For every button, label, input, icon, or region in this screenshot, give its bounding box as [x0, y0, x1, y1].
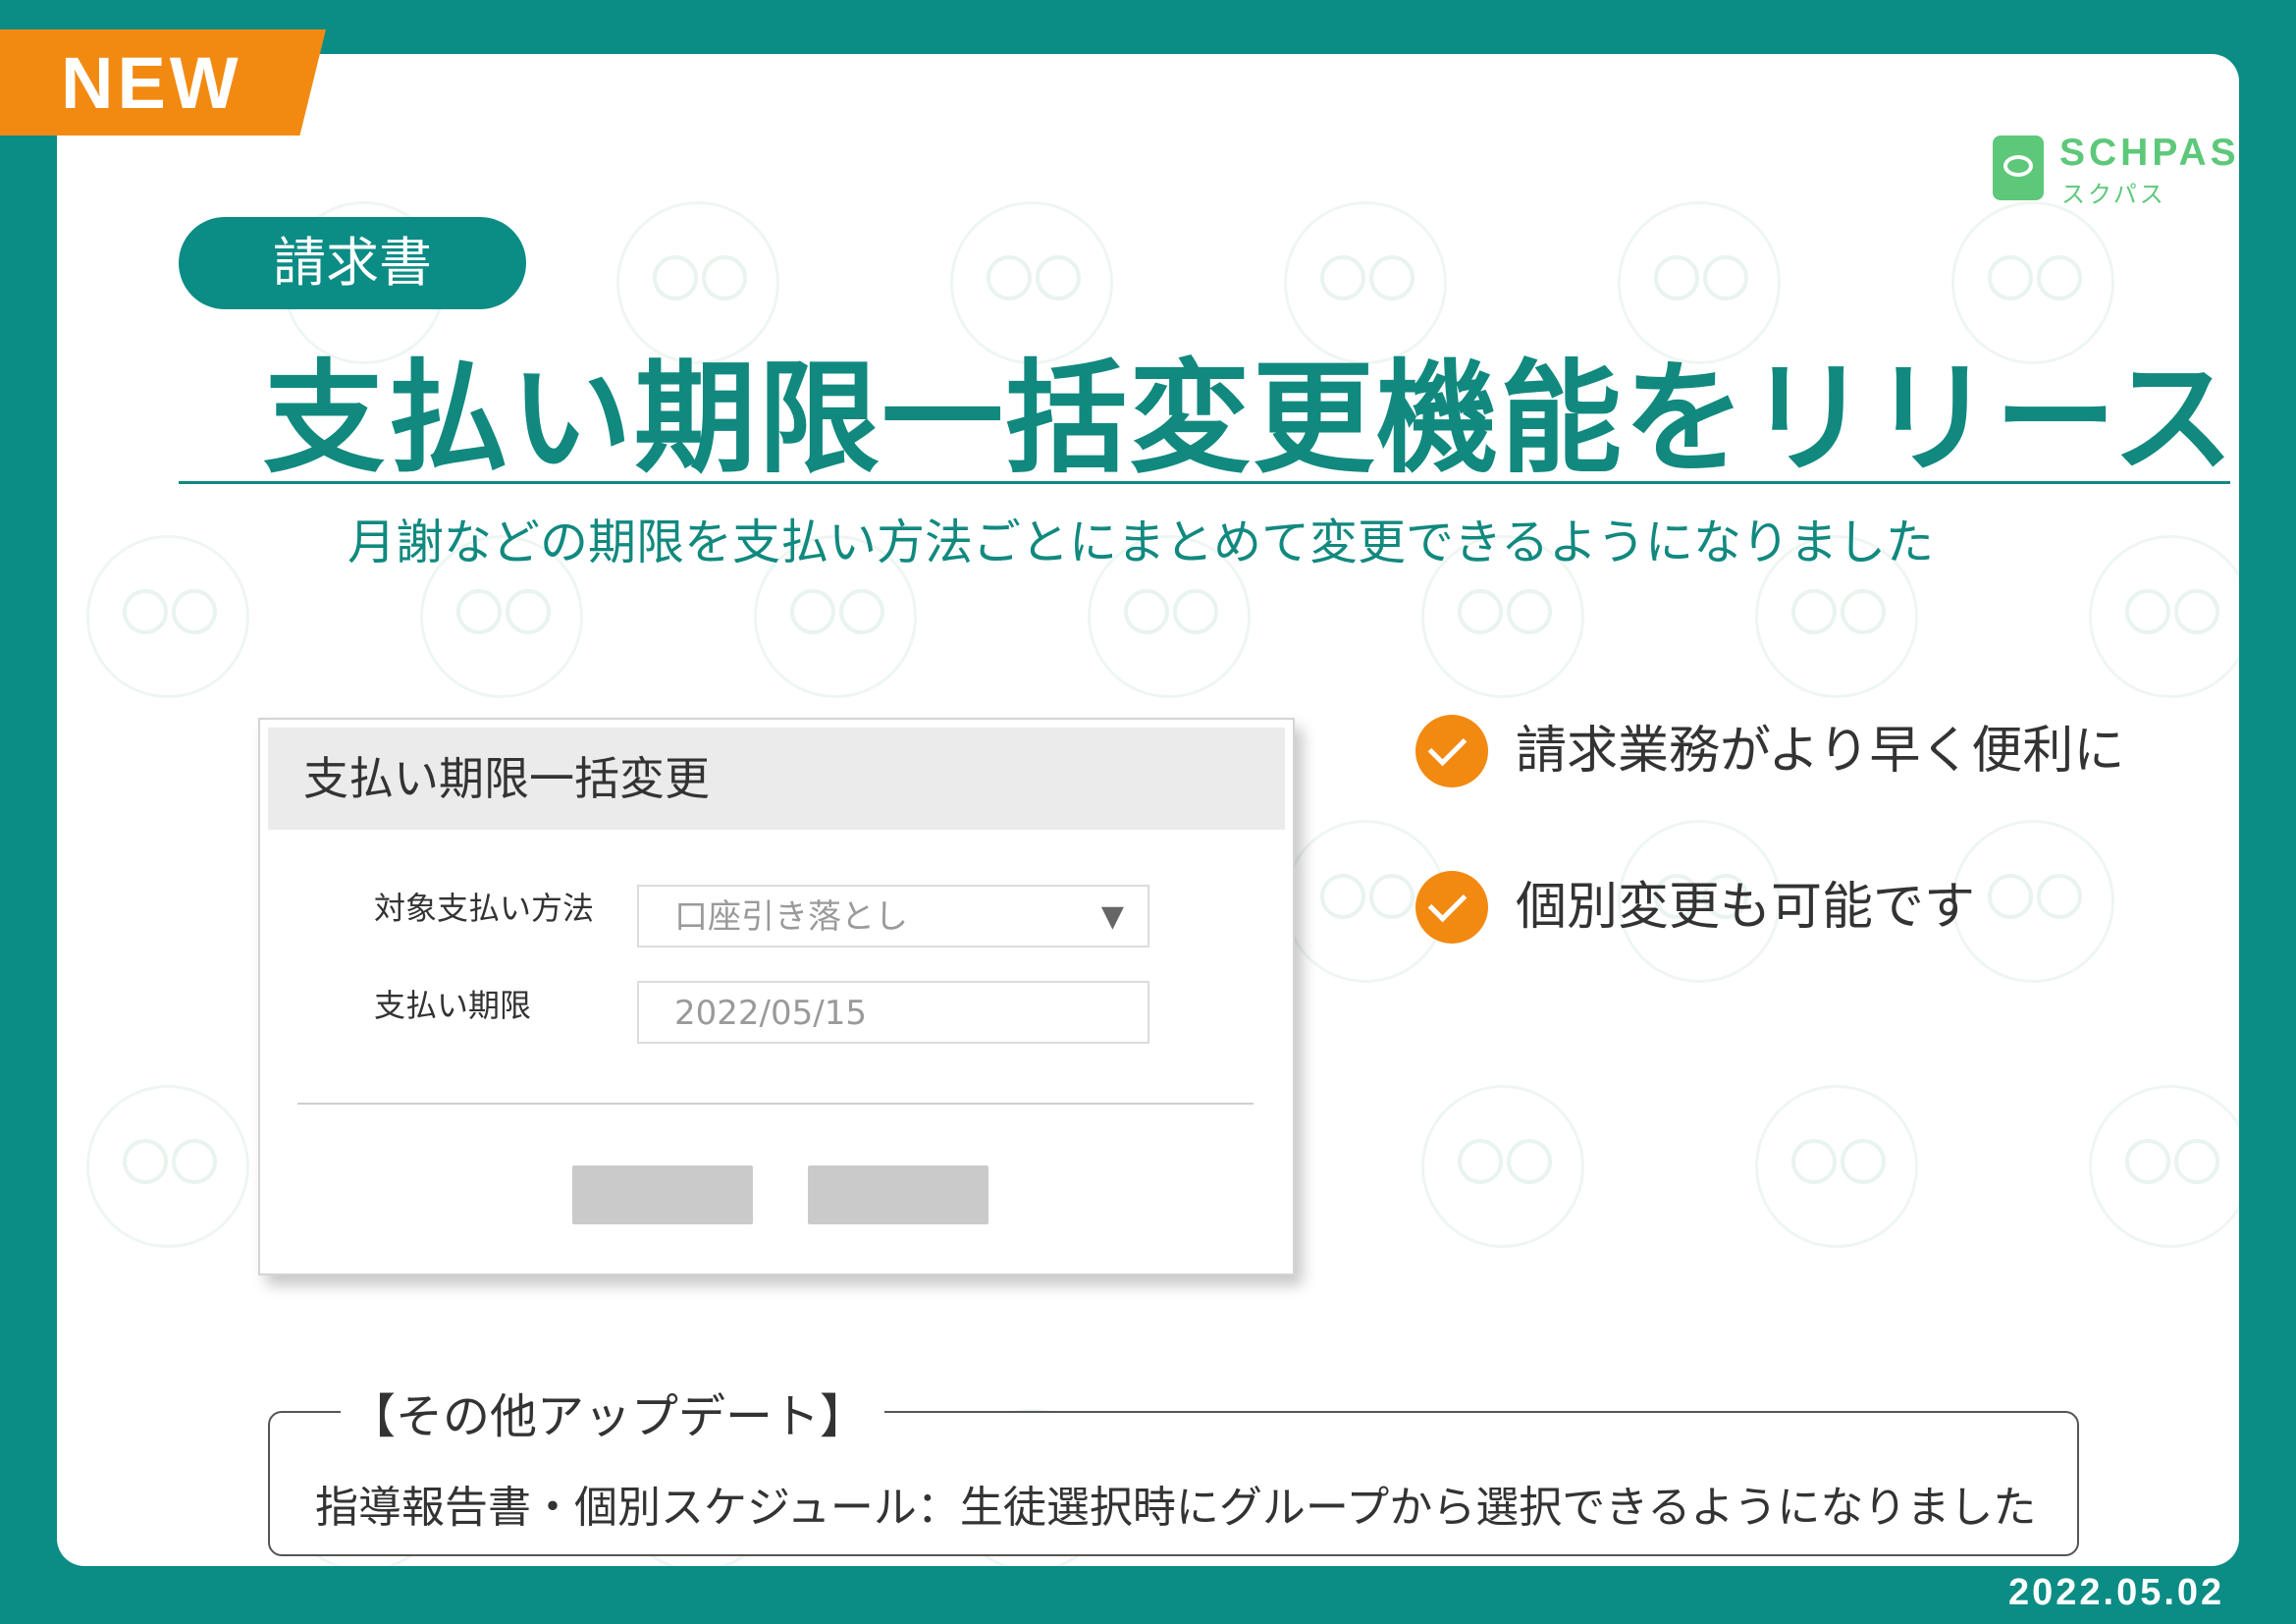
release-date: 2022.05.02	[2008, 1572, 2225, 1613]
other-updates-heading: 【その他アップデート】	[341, 1378, 885, 1446]
logo-name-ja: スクパス	[2061, 181, 2166, 208]
page-title: 支払い期限一括変更機能をリリース	[263, 349, 2236, 490]
dialog-header: 支払い期限一括変更	[268, 728, 1285, 830]
owl-logo-icon	[1993, 135, 2044, 200]
new-badge: NEW	[0, 29, 326, 135]
page-subtitle: 月謝などの期限を支払い方法ごとにまとめて変更できるようになりました	[347, 514, 1935, 570]
owl-watermark-icon	[1951, 820, 2114, 983]
other-updates-box: 【その他アップデート】 指導報告書・個別スケジュール：生徒選択時にグループから選…	[268, 1378, 2079, 1556]
benefit-text: 請求業務がより早く便利に	[1516, 722, 2125, 781]
confirm-button[interactable]	[808, 1165, 988, 1224]
owl-watermark-icon	[2089, 1085, 2239, 1248]
check-icon	[1415, 871, 1488, 944]
owl-watermark-icon	[1421, 1085, 1584, 1248]
check-icon	[1415, 715, 1488, 787]
cancel-button[interactable]	[572, 1165, 753, 1224]
dialog-title: 支払い期限一括変更	[303, 752, 710, 805]
category-tag: 請求書	[179, 217, 526, 309]
new-badge-label: NEW	[61, 42, 242, 124]
announcement-card: SCHPASS スクパス 請求書 支払い期限一括変更機能をリリース 月謝などの期…	[57, 54, 2239, 1566]
payment-deadline-label: 支払い期限	[374, 987, 532, 1024]
owl-watermark-icon	[86, 535, 249, 698]
logo-name-en: SCHPASS	[2059, 132, 2239, 174]
payment-method-value: 口座引き落とし	[674, 897, 908, 937]
owl-watermark-icon	[2089, 535, 2239, 698]
owl-watermark-icon	[1755, 1085, 1918, 1248]
chevron-down-icon[interactable]: ▼	[1101, 887, 1124, 947]
dialog-divider	[297, 1103, 1254, 1105]
owl-watermark-icon	[86, 1085, 249, 1248]
payment-deadline-input[interactable]: 2022/05/15	[637, 981, 1149, 1044]
payment-method-label: 対象支払い方法	[374, 890, 595, 927]
update-item: 指導報告書・個別スケジュール：生徒選択時にグループから選択できるようになりました	[315, 1483, 2037, 1533]
benefit-text: 個別変更も可能です	[1516, 878, 1976, 937]
title-underline	[179, 481, 2230, 484]
payment-method-select[interactable]: 口座引き落とし ▼	[637, 885, 1149, 947]
payment-deadline-value: 2022/05/15	[674, 994, 867, 1033]
bulk-deadline-change-dialog: 支払い期限一括変更 対象支払い方法 口座引き落とし ▼ 支払い期限 2022/0…	[258, 718, 1295, 1275]
